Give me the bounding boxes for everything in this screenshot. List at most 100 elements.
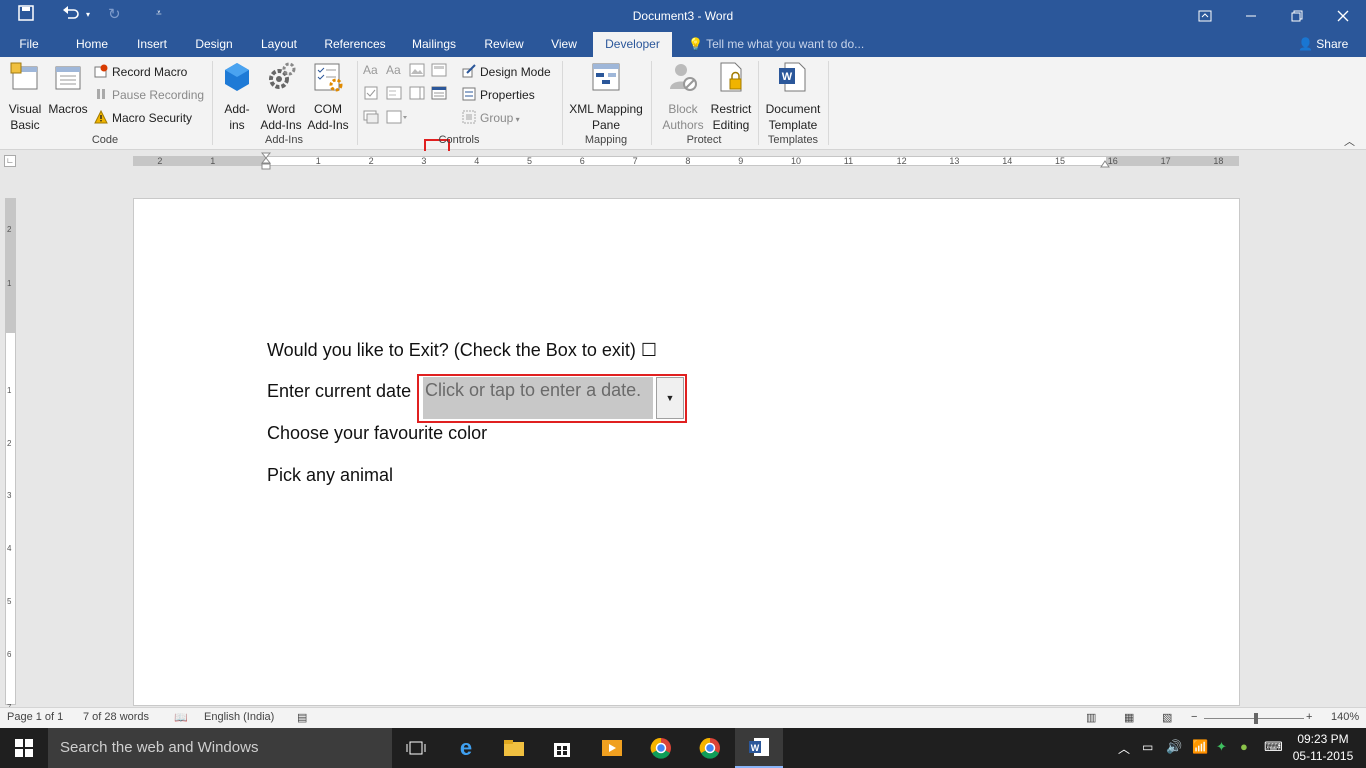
group-separator <box>562 61 563 145</box>
tray-app-icon[interactable]: ● <box>1240 739 1248 754</box>
properties-button[interactable]: Properties <box>462 87 535 103</box>
language[interactable]: English (India) <box>204 711 274 723</box>
minimize-button[interactable] <box>1228 0 1274 32</box>
proofing-icon[interactable]: 📖 <box>174 711 188 724</box>
word-count[interactable]: 7 of 28 words <box>83 711 149 723</box>
tab-developer[interactable]: Developer <box>593 32 672 57</box>
repeating-section-control-icon[interactable] <box>363 110 379 124</box>
paragraph-exit-question[interactable]: Would you like to Exit? (Check the Box t… <box>267 340 657 361</box>
vertical-ruler[interactable]: 211234567 <box>5 198 16 712</box>
tab-review[interactable]: Review <box>476 32 532 57</box>
paragraph-enter-date[interactable]: Enter current date <box>267 381 411 402</box>
vertical-ruler-number: 2 <box>7 225 12 234</box>
word-add-ins-button[interactable]: Word Add-Ins <box>258 61 304 133</box>
pause-recording-label: Pause Recording <box>112 88 205 102</box>
legacy-tools-icon[interactable] <box>386 110 408 124</box>
rich-text-control-icon[interactable]: Aa <box>363 63 378 77</box>
media-player-icon[interactable] <box>588 728 636 768</box>
windows-logo-icon <box>15 739 33 757</box>
zoom-slider-thumb[interactable] <box>1254 713 1258 724</box>
group-label-code: Code <box>91 134 119 146</box>
ribbon-display-options-icon[interactable] <box>1182 0 1228 32</box>
right-indent-marker-icon[interactable] <box>1100 158 1110 168</box>
visual-basic-button[interactable]: Visual Basic <box>6 61 44 133</box>
group-label-protect: Protect <box>686 134 722 146</box>
taskbar-search[interactable]: Search the web and Windows <box>48 728 392 768</box>
share-button[interactable]: 👤 Share <box>1298 32 1348 57</box>
com-add-ins-button[interactable]: COM Add-Ins <box>304 61 352 133</box>
tab-references[interactable]: References <box>318 32 392 57</box>
macros-button[interactable]: Macros <box>48 61 88 117</box>
tab-home[interactable]: Home <box>66 32 118 57</box>
pause-recording-button: Pause Recording <box>94 87 204 103</box>
page-count[interactable]: Page 1 of 1 <box>7 711 63 723</box>
print-layout-icon[interactable]: ▦ <box>1124 711 1134 724</box>
system-clock[interactable]: 09:23 PM 05-11-2015 <box>1288 731 1358 765</box>
window-title: Document3 - Word <box>632 9 734 23</box>
tab-mailings[interactable]: Mailings <box>402 32 466 57</box>
add-ins-button[interactable]: Add- ins <box>218 61 256 133</box>
drop-down-list-control-icon[interactable] <box>409 86 425 100</box>
start-button[interactable] <box>0 728 48 768</box>
group-label-mapping: Mapping <box>584 134 628 146</box>
check-box-control-icon[interactable] <box>363 86 379 100</box>
picture-control-icon[interactable] <box>409 63 425 77</box>
design-mode-button[interactable]: Design Mode <box>462 64 551 80</box>
tell-me-placeholder: Tell me what you want to do... <box>706 37 865 51</box>
combo-box-control-icon[interactable] <box>386 86 402 100</box>
warning-icon <box>94 110 108 124</box>
paragraph-pick-animal[interactable]: Pick any animal <box>267 465 393 486</box>
plain-text-control-icon[interactable]: Aa <box>386 63 401 77</box>
chrome-icon[interactable] <box>686 728 734 768</box>
tell-me-search[interactable]: 💡 Tell me what you want to do... <box>688 32 864 57</box>
restrict-editing-button[interactable]: Restrict Editing <box>708 61 754 133</box>
document-page[interactable]: Would you like to Exit? (Check the Box t… <box>133 198 1240 706</box>
record-macro-button[interactable]: Record Macro <box>94 64 187 80</box>
zoom-level[interactable]: 140% <box>1331 711 1359 723</box>
vertical-ruler-number: 1 <box>7 385 12 395</box>
file-explorer-icon[interactable] <box>490 728 538 768</box>
tab-design[interactable]: Design <box>186 32 242 57</box>
word-taskbar-icon[interactable]: W <box>735 728 783 768</box>
tab-file[interactable]: File <box>8 32 50 57</box>
date-picker-control-icon[interactable] <box>431 86 447 100</box>
paragraph-favourite-color[interactable]: Choose your favourite color <box>267 423 487 444</box>
indent-marker-icon[interactable] <box>261 152 271 170</box>
zoom-in-button[interactable]: + <box>1306 711 1312 723</box>
macro-security-button[interactable]: Macro Security <box>94 110 192 126</box>
ruler-number: 12 <box>896 156 907 166</box>
group-separator <box>651 61 652 145</box>
collapse-ribbon-icon[interactable]: ︿ <box>1344 133 1355 149</box>
zoom-out-button[interactable]: − <box>1191 711 1197 723</box>
tab-selector-icon[interactable]: ∟ <box>4 155 16 167</box>
close-button[interactable] <box>1320 0 1366 32</box>
dropbox-icon[interactable]: ✦ <box>1216 739 1227 755</box>
lightbulb-icon: 💡 <box>688 37 703 51</box>
vertical-ruler-number: 5 <box>7 597 12 606</box>
keyboard-icon[interactable]: ⌨ <box>1264 739 1283 755</box>
group-label-controls: Controls <box>438 134 480 146</box>
wifi-icon[interactable]: 📶 <box>1192 739 1208 755</box>
restore-button[interactable] <box>1274 0 1320 32</box>
document-template-button[interactable]: W Document Template <box>762 61 824 133</box>
tab-layout[interactable]: Layout <box>250 32 308 57</box>
web-layout-icon[interactable]: ▧ <box>1162 711 1172 724</box>
volume-icon[interactable]: 🔊 <box>1166 739 1182 755</box>
chrome-icon[interactable] <box>637 728 685 768</box>
chevron-up-icon[interactable]: ︿ <box>1118 740 1130 757</box>
word-add-ins-label: Word Add-Ins <box>260 102 302 132</box>
macro-recording-icon[interactable]: ▤ <box>297 711 307 724</box>
block-authors-button: Block Authors <box>654 61 712 133</box>
edge-icon[interactable]: e <box>442 728 490 768</box>
read-mode-icon[interactable]: ▥ <box>1086 711 1096 724</box>
xml-mapping-pane-button[interactable]: XML Mapping Pane <box>566 61 646 133</box>
building-block-control-icon[interactable] <box>431 63 447 77</box>
tab-insert[interactable]: Insert <box>128 32 176 57</box>
ruler-track: 2 1 1 2 3 4 5 6 7 8 9 10 11 12 13 14 15 16 17 18 <box>133 156 1239 166</box>
battery-icon[interactable]: ▭ <box>1142 740 1153 754</box>
task-view-icon[interactable] <box>392 728 440 768</box>
tab-view[interactable]: View <box>542 32 586 57</box>
horizontal-ruler[interactable]: ∟ 2 1 1 2 3 4 5 6 7 8 9 10 11 12 13 14 15 16 17 18 <box>0 151 1366 170</box>
left-margin-shade <box>134 157 266 165</box>
store-icon[interactable] <box>538 728 586 768</box>
